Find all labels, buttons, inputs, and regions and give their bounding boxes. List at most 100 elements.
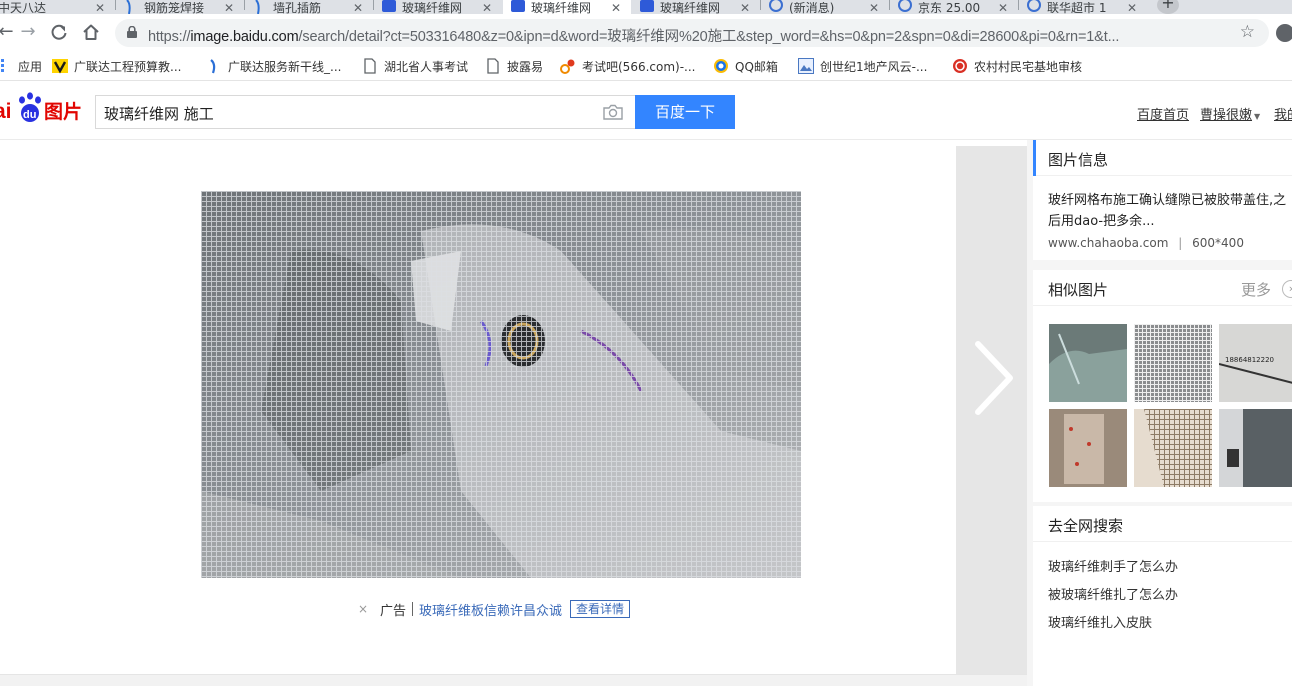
bookmark-item[interactable]: 创世纪1地产风云-...: [798, 56, 927, 76]
chevron-right-icon[interactable]: [972, 340, 1016, 416]
baidu-logo[interactable]: ai du 图片: [0, 92, 88, 124]
bookmark-apps[interactable]: 应用: [0, 56, 42, 76]
paw-icon: [255, 0, 260, 14]
similar-thumbnail[interactable]: [1134, 409, 1212, 487]
reload-icon[interactable]: [50, 23, 68, 41]
close-icon[interactable]: ✕: [869, 2, 881, 14]
close-icon[interactable]: ✕: [611, 2, 623, 14]
divider: [412, 602, 414, 616]
user-menu-link[interactable]: 曹操很嫩 ▼: [1200, 104, 1260, 123]
ad-detail-button[interactable]: 查看详情: [570, 600, 631, 618]
browser-tab[interactable]: 中天八达 ✕: [0, 0, 115, 14]
bookmark-label: 考试吧(566.com)-...: [582, 59, 696, 74]
close-icon[interactable]: ✕: [224, 2, 236, 14]
close-icon[interactable]: ×: [356, 602, 370, 616]
chevron-down-icon: ▼: [1254, 112, 1261, 121]
close-icon[interactable]: ✕: [1127, 2, 1139, 14]
baidu-header: ai du 图片 玻璃纤维网 施工 百度一下 百度首页 曹操很嫩▼ 我的: [0, 82, 1292, 140]
my-link[interactable]: 我的: [1274, 104, 1292, 123]
ad-label: 广告: [380, 603, 407, 619]
tab-strip: 中天八达 ✕ 钢筋笼焊接 ✕ 墙孔插筋 ✕ 玻璃纤维网 ✕ 玻璃纤维网 ✕ 玻璃…: [0, 0, 1292, 14]
related-search-link[interactable]: 玻璃纤维扎入皮肤: [1048, 612, 1152, 631]
profile-avatar-icon[interactable]: [1276, 24, 1292, 42]
tab-title: 中天八达: [0, 2, 47, 14]
related-search-link[interactable]: 玻璃纤维刺手了怎么办: [1048, 556, 1178, 575]
bookmark-label: 广联达服务新干线_...: [228, 59, 342, 74]
close-icon[interactable]: ✕: [998, 2, 1010, 14]
new-tab-button[interactable]: +: [1157, 0, 1179, 14]
globe-icon: [1027, 0, 1041, 12]
similar-images-section: 相似图片 更多 › 18864812220: [1033, 270, 1292, 502]
search-input[interactable]: 玻璃纤维网 施工: [95, 95, 635, 129]
similar-thumbnail[interactable]: [1049, 409, 1127, 487]
bookmark-label: QQ邮箱: [735, 59, 778, 74]
image-info-header: 图片信息: [1033, 140, 1292, 176]
bookmark-item[interactable]: 湖北省人事考试: [362, 56, 468, 76]
baidu-home-link[interactable]: 百度首页: [1137, 104, 1189, 123]
kaoshi-icon: [560, 59, 575, 74]
camera-icon[interactable]: [603, 104, 623, 120]
section-title: 去全网搜索: [1048, 517, 1124, 535]
browser-tab[interactable]: (新消息) ✕: [761, 0, 889, 14]
address-bar[interactable]: https://image.baidu.com/search/detail?ct…: [115, 19, 1269, 47]
browser-tab[interactable]: 京东 25.00 ✕: [890, 0, 1018, 14]
image-title-link[interactable]: 玻纤网格布施工确认缝隙已被胶带盖住,之后用dao-把多余...: [1048, 190, 1292, 234]
bookmark-item[interactable]: 披露易: [485, 56, 543, 76]
page-icon: [364, 58, 376, 74]
similar-thumbnail[interactable]: [1219, 409, 1292, 487]
browser-tab[interactable]: 墙孔插筋 ✕: [245, 0, 373, 14]
browser-tab[interactable]: 玻璃纤维网 ✕: [374, 0, 502, 14]
forward-arrow-icon[interactable]: →: [16, 20, 40, 44]
globe-icon: [769, 0, 783, 12]
bookmark-item[interactable]: 广联达服务新干线_...: [206, 56, 341, 76]
source-domain[interactable]: www.chahaoba.com: [1048, 236, 1168, 250]
bookmark-label: 创世纪1地产风云-...: [820, 59, 928, 74]
bookmark-label: 披露易: [507, 59, 544, 74]
paw-icon: [126, 0, 131, 14]
lock-icon[interactable]: [127, 26, 137, 38]
bookmark-item[interactable]: 广联达工程预算教...: [52, 56, 181, 76]
divider: |: [1178, 236, 1183, 250]
image-favicon-icon: [798, 58, 814, 74]
tab-title: 钢筋笼焊接: [144, 2, 205, 14]
viewer-bottom-strip: [0, 674, 1027, 686]
browser-tab[interactable]: 联华超市 1 ✕: [1019, 0, 1147, 14]
home-icon[interactable]: [82, 23, 100, 41]
ad-link[interactable]: 玻璃纤维板信赖许昌众诚: [419, 600, 562, 619]
close-icon[interactable]: ✕: [482, 2, 494, 14]
right-panel: 图片信息 玻纤网格布施工确认缝隙已被胶带盖住,之后用dao-把多余... www…: [1027, 140, 1292, 686]
bookmark-item[interactable]: QQ邮箱: [713, 56, 778, 76]
main-image[interactable]: [201, 191, 801, 578]
image-info-section: 图片信息 玻纤网格布施工确认缝隙已被胶带盖住,之后用dao-把多余... www…: [1033, 140, 1292, 260]
bookmark-label: 应用: [18, 59, 43, 74]
similar-thumbnail[interactable]: [1134, 324, 1212, 402]
browser-tab-active[interactable]: 玻璃纤维网 ✕: [503, 0, 631, 14]
tab-title: 玻璃纤维网: [660, 2, 721, 14]
bookmark-label: 农村村民宅基地审核: [974, 59, 1083, 74]
paw-icon: [210, 59, 216, 74]
close-icon[interactable]: ✕: [353, 2, 365, 14]
bookmark-item[interactable]: 农村村民宅基地审核: [952, 56, 1082, 76]
browser-tab[interactable]: 钢筋笼焊接 ✕: [116, 0, 244, 14]
svg-text:18864812220: 18864812220: [1225, 356, 1274, 364]
browser-tab[interactable]: 玻璃纤维网 ✕: [632, 0, 760, 14]
apps-grid-icon: [1, 59, 4, 72]
bookmark-star-icon[interactable]: ☆: [1240, 22, 1255, 42]
tab-title: 玻璃纤维网: [531, 2, 592, 14]
bookmark-favicon-icon: [52, 59, 68, 74]
browser-toolbar: ← → https://image.baidu.com/search/detai…: [0, 14, 1292, 50]
red-seal-icon: [953, 59, 967, 73]
close-icon[interactable]: ✕: [740, 2, 752, 14]
bookmark-label: 湖北省人事考试: [384, 59, 469, 74]
section-title: 相似图片: [1048, 281, 1109, 299]
similar-thumbnail[interactable]: 18864812220: [1219, 324, 1292, 402]
more-link[interactable]: 更多: [1241, 279, 1271, 300]
chevron-right-icon[interactable]: ›: [1282, 280, 1292, 298]
close-icon[interactable]: ✕: [95, 2, 107, 14]
bookmark-item[interactable]: 考试吧(566.com)-...: [560, 56, 696, 76]
similar-thumbnail[interactable]: [1049, 324, 1127, 402]
related-search-link[interactable]: 被玻璃纤维扎了怎么办: [1048, 584, 1178, 603]
web-search-header: 去全网搜索: [1033, 506, 1292, 542]
search-button[interactable]: 百度一下: [635, 95, 735, 129]
web-search-section: 去全网搜索 玻璃纤维刺手了怎么办 被玻璃纤维扎了怎么办 玻璃纤维扎入皮肤: [1033, 506, 1292, 686]
